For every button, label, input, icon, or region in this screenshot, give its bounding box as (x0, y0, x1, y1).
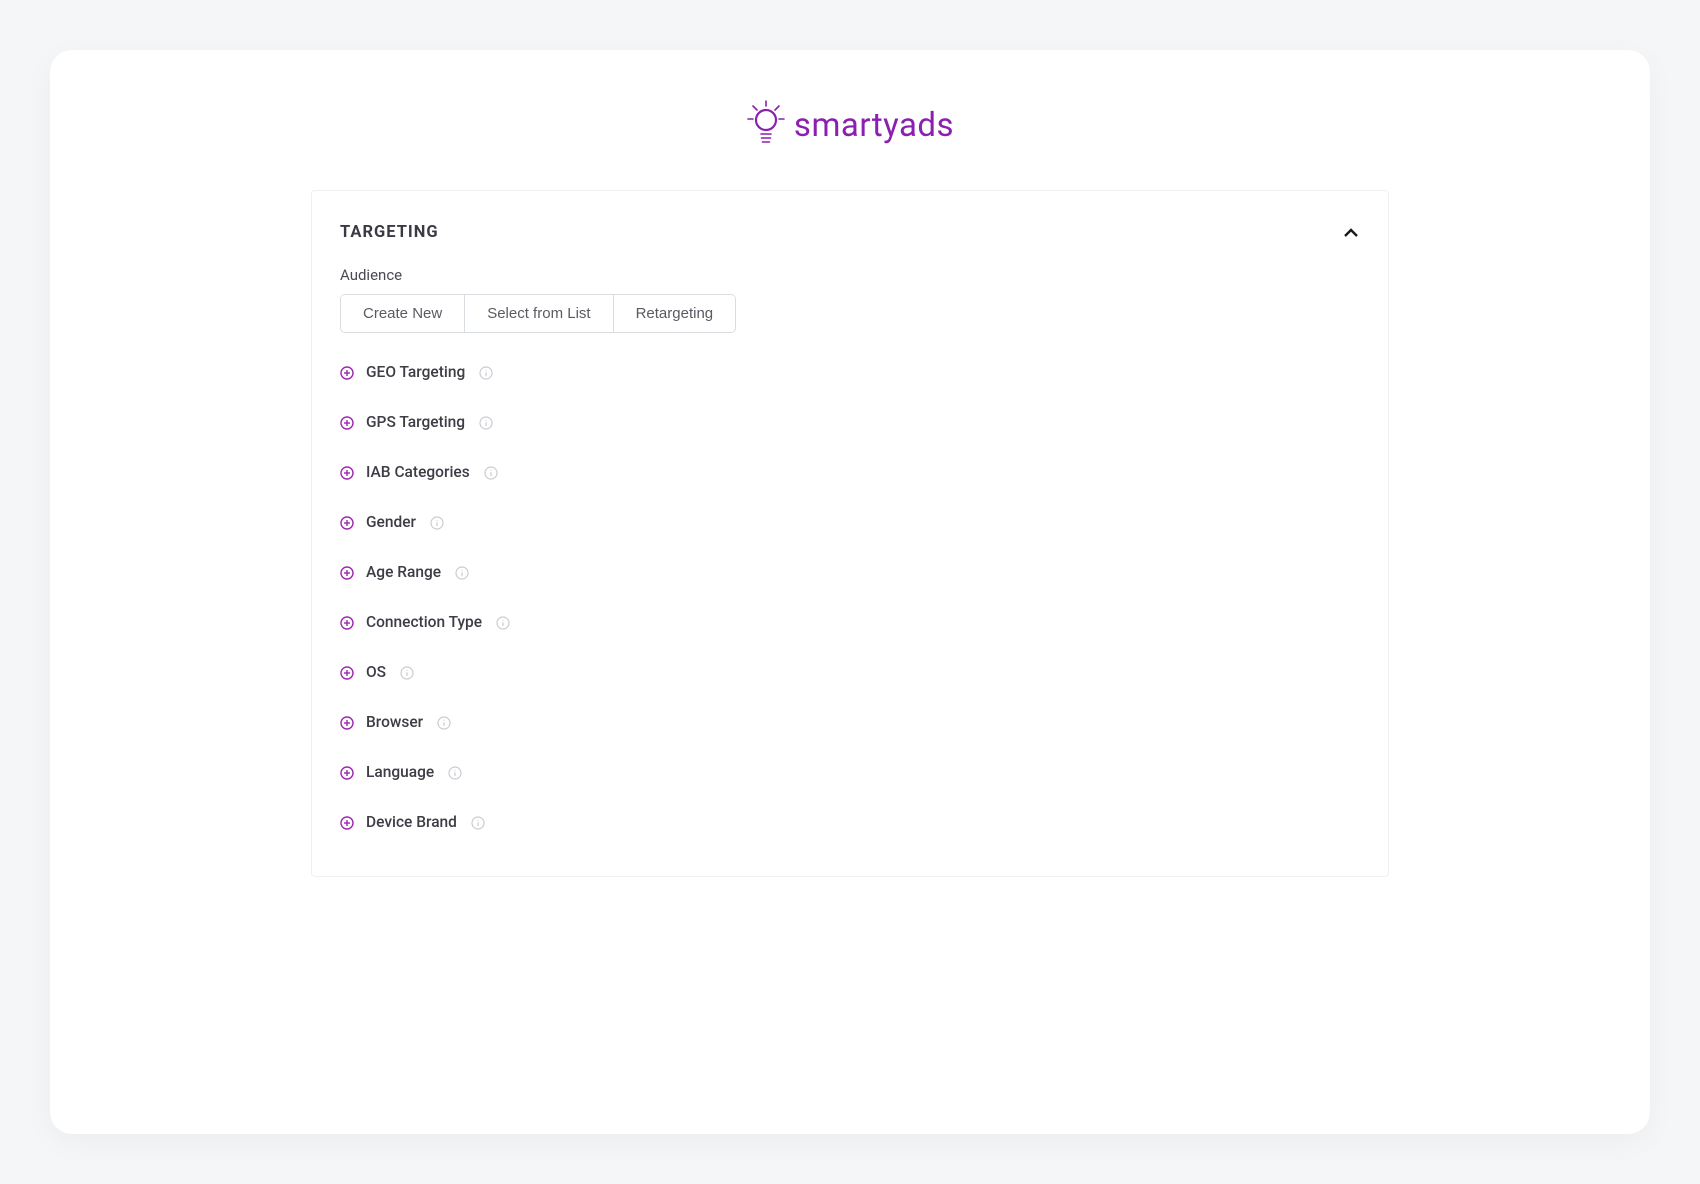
chevron-up-icon[interactable] (1342, 224, 1360, 242)
option-label: Age Range (366, 563, 441, 581)
targeting-panel: TARGETING Audience Create New Select fro… (311, 190, 1389, 877)
info-icon[interactable] (484, 465, 498, 479)
retargeting-button[interactable]: Retargeting (614, 295, 736, 332)
audience-label: Audience (340, 266, 1360, 284)
option-connection-type[interactable]: Connection Type (340, 613, 1360, 631)
option-browser[interactable]: Browser (340, 713, 1360, 731)
plus-circle-icon (340, 665, 354, 679)
plus-circle-icon (340, 565, 354, 579)
option-label: GPS Targeting (366, 413, 465, 431)
option-label: IAB Categories (366, 463, 470, 481)
info-icon[interactable] (448, 765, 462, 779)
select-from-list-button[interactable]: Select from List (465, 295, 613, 332)
plus-circle-icon (340, 815, 354, 829)
option-gps-targeting[interactable]: GPS Targeting (340, 413, 1360, 431)
plus-circle-icon (340, 365, 354, 379)
option-label: GEO Targeting (366, 363, 465, 381)
panel-header: TARGETING (340, 223, 1360, 242)
plus-circle-icon (340, 615, 354, 629)
audience-button-group: Create New Select from List Retargeting (340, 294, 736, 333)
info-icon[interactable] (471, 815, 485, 829)
plus-circle-icon (340, 765, 354, 779)
option-label: Language (366, 763, 434, 781)
plus-circle-icon (340, 515, 354, 529)
info-icon[interactable] (400, 665, 414, 679)
option-label: Device Brand (366, 813, 457, 831)
info-icon[interactable] (430, 515, 444, 529)
info-icon[interactable] (496, 615, 510, 629)
option-language[interactable]: Language (340, 763, 1360, 781)
main-card: smartyads TARGETING Audience Create New … (50, 50, 1650, 1134)
info-icon[interactable] (479, 365, 493, 379)
logo-area: smartyads (50, 100, 1650, 150)
plus-circle-icon (340, 715, 354, 729)
option-label: Connection Type (366, 613, 482, 631)
brand-name: smartyads (794, 106, 954, 145)
option-os[interactable]: OS (340, 663, 1360, 681)
create-new-button[interactable]: Create New (341, 295, 465, 332)
option-label: Gender (366, 513, 416, 531)
plus-circle-icon (340, 465, 354, 479)
panel-title: TARGETING (340, 223, 439, 242)
option-gender[interactable]: Gender (340, 513, 1360, 531)
lightbulb-icon (746, 100, 786, 150)
info-icon[interactable] (479, 415, 493, 429)
info-icon[interactable] (437, 715, 451, 729)
targeting-options-list: GEO Targeting GPS Targeting IAB Catego (340, 363, 1360, 831)
option-label: Browser (366, 713, 423, 731)
option-age-range[interactable]: Age Range (340, 563, 1360, 581)
option-device-brand[interactable]: Device Brand (340, 813, 1360, 831)
plus-circle-icon (340, 415, 354, 429)
option-label: OS (366, 663, 386, 681)
info-icon[interactable] (455, 565, 469, 579)
option-geo-targeting[interactable]: GEO Targeting (340, 363, 1360, 381)
option-iab-categories[interactable]: IAB Categories (340, 463, 1360, 481)
brand-logo: smartyads (746, 100, 954, 150)
